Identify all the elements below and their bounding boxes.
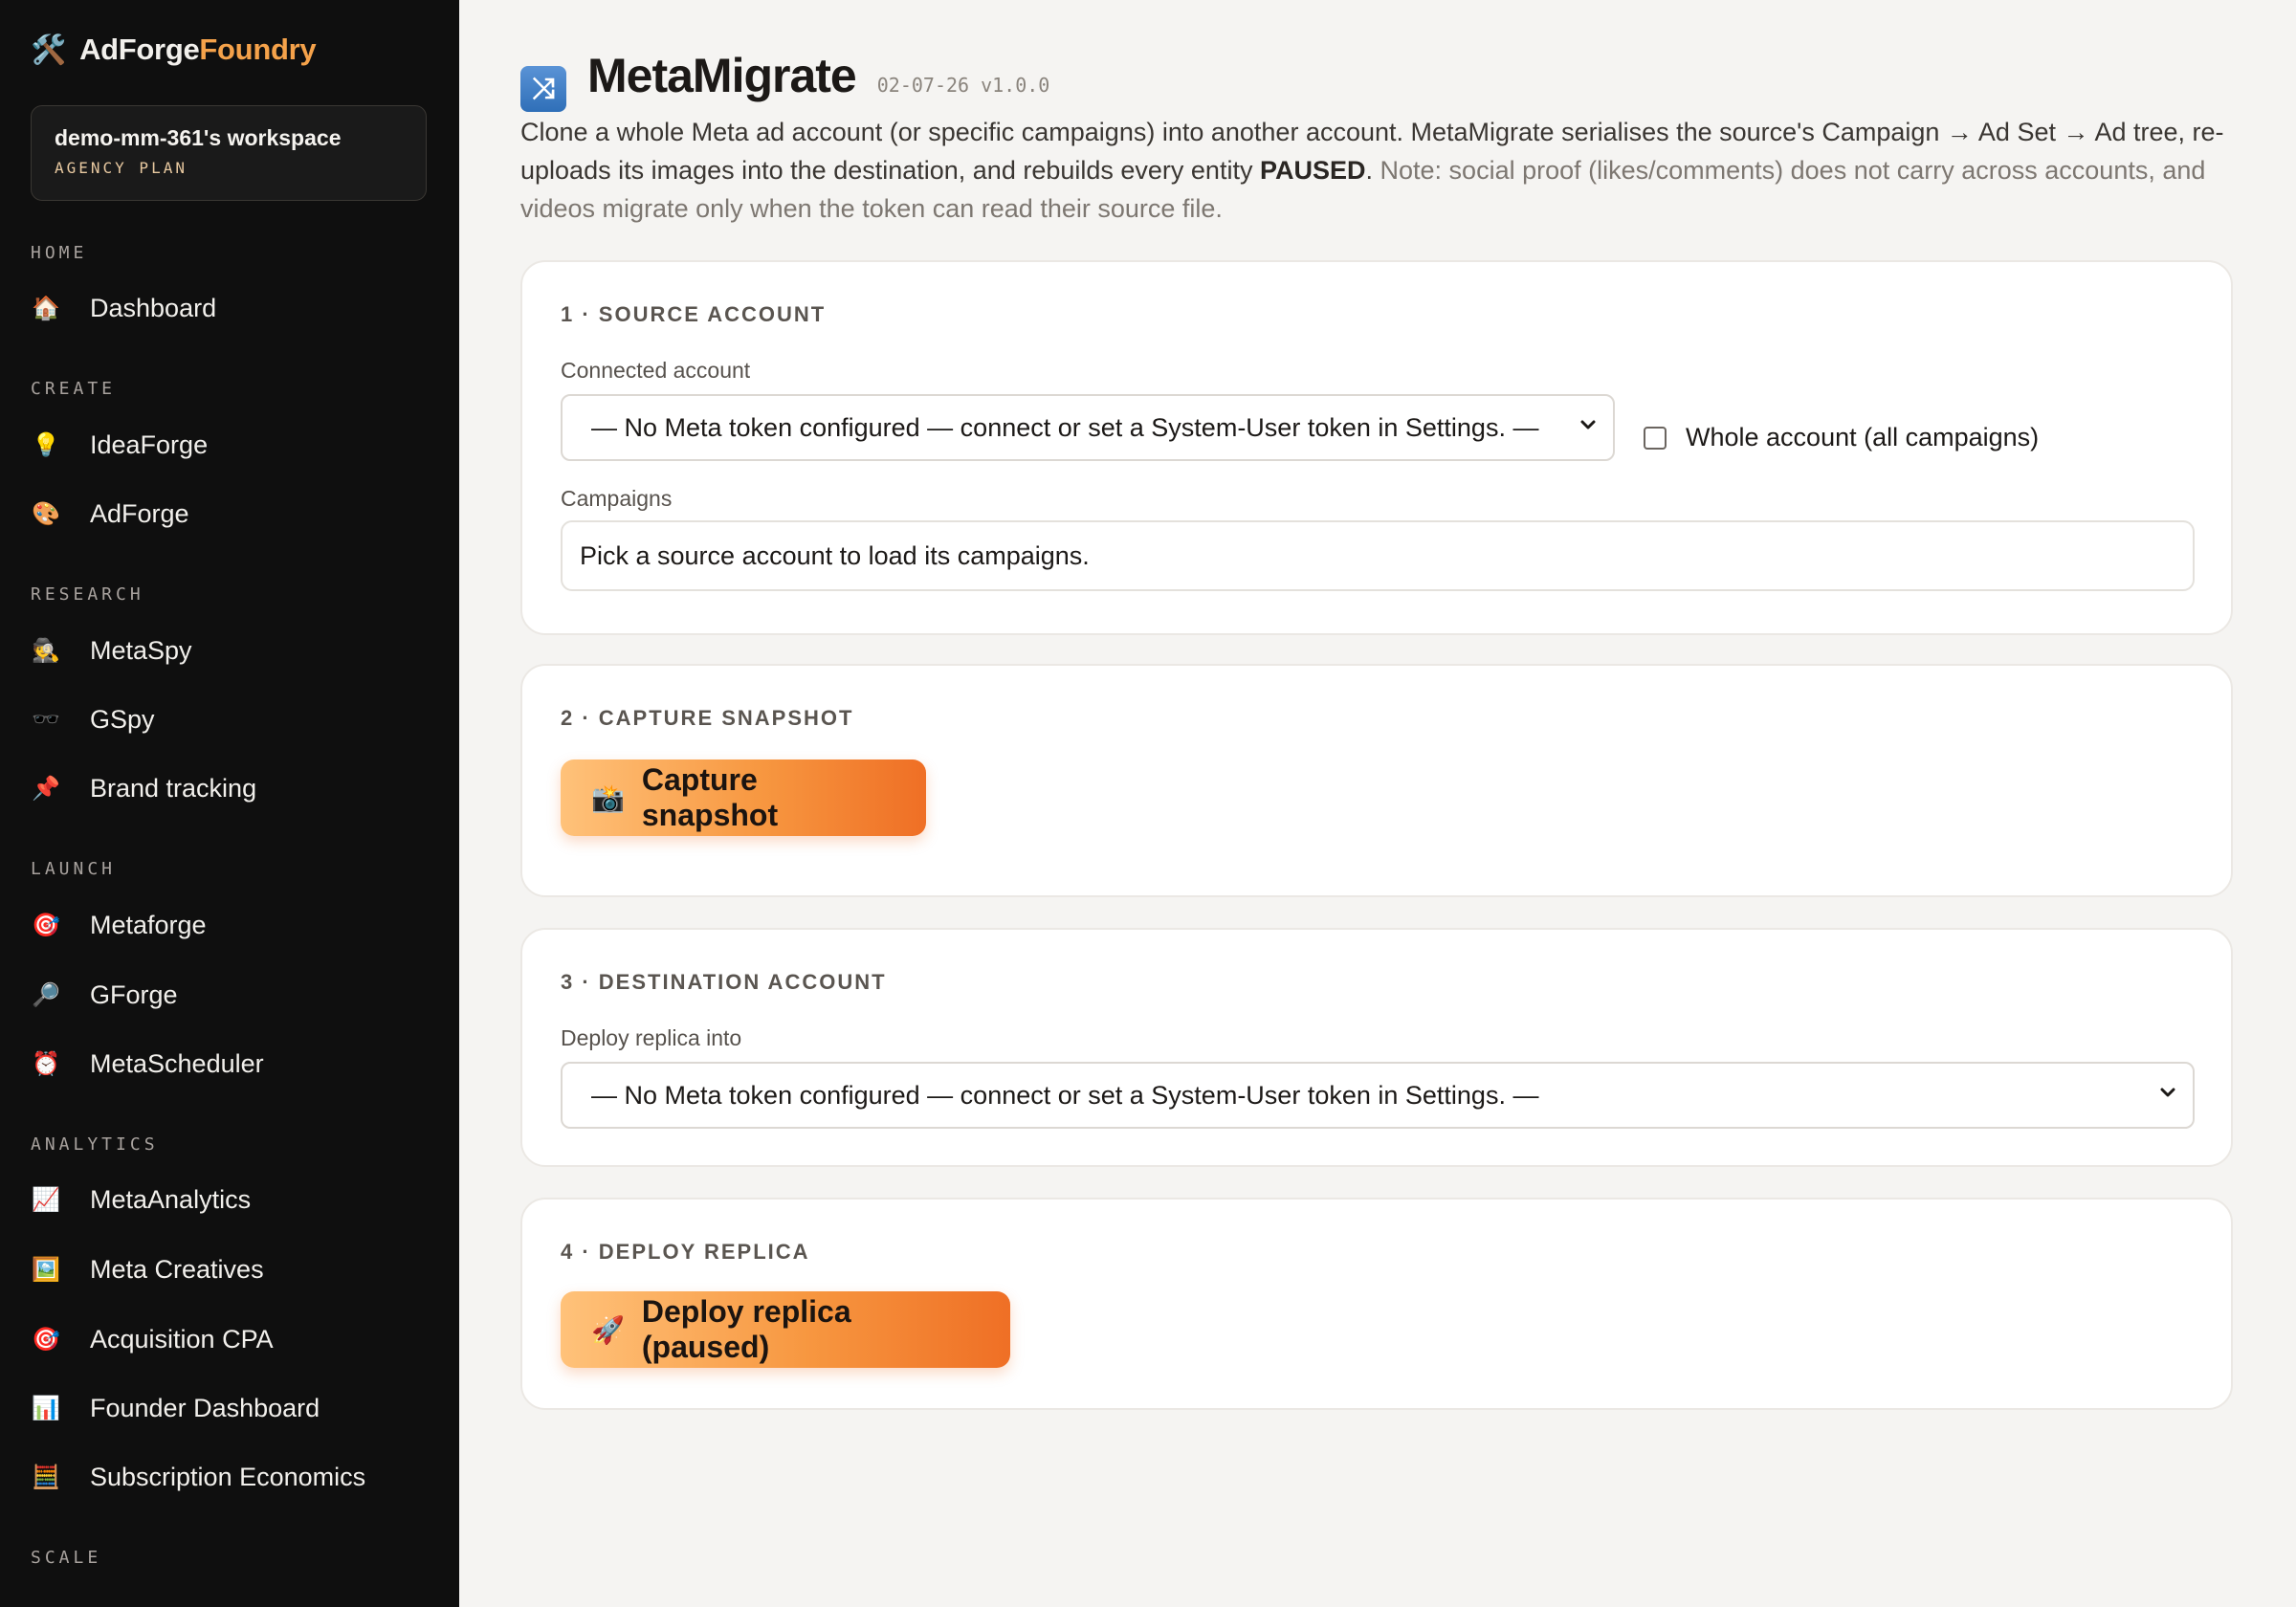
section-label-analytics: ANALYTICS: [31, 1134, 159, 1155]
brand-logo[interactable]: 🛠️ AdForgeFoundry: [31, 33, 317, 67]
whole-account-label: Whole account (all campaigns): [1686, 423, 2040, 451]
sidebar-item-adforge[interactable]: 🎨 AdForge: [31, 487, 432, 540]
chevron-down-icon: [1580, 420, 1596, 429]
alarm-clock-icon: ⏰: [32, 1050, 60, 1077]
version-label: 02-07-26 v1.0.0: [876, 74, 1050, 97]
sidebar-item-label: IdeaForge: [90, 429, 209, 459]
card-title: 4 · DEPLOY REPLICA: [561, 1240, 810, 1264]
sidebar-item-gspy[interactable]: 🕶️ GSpy: [31, 693, 432, 746]
intro-punct: .: [1365, 156, 1380, 185]
section-label-research: RESEARCH: [31, 584, 144, 605]
deploy-into-label: Deploy replica into: [561, 1025, 742, 1050]
brand-name-primary: AdForge: [79, 33, 200, 66]
sidebar-item-acquisition-cpa[interactable]: 🎯 Acquisition CPA: [31, 1312, 432, 1366]
deploy-replica-card: 4 · DEPLOY REPLICA 🚀 Deploy replica (pau…: [520, 1198, 2233, 1410]
button-label: Deploy replica (paused): [641, 1294, 851, 1364]
sidebar-item-metaspy[interactable]: 🕵️ MetaSpy: [31, 624, 432, 677]
target-icon: 🎯: [32, 912, 60, 938]
bar-chart-icon: 📊: [32, 1395, 60, 1421]
sidebar-item-metascheduler[interactable]: ⏰ MetaScheduler: [31, 1037, 432, 1090]
sidebar-item-ideaforge[interactable]: 💡 IdeaForge: [31, 418, 432, 472]
connected-account-label: Connected account: [561, 358, 751, 383]
sidebar-item-label: MetaSpy: [90, 635, 192, 665]
sidebar-item-label: GForge: [90, 980, 178, 1009]
whole-account-checkbox[interactable]: [1644, 426, 1667, 450]
sidebar-item-founder-dashboard[interactable]: 📊 Founder Dashboard: [31, 1381, 432, 1435]
sidebar-item-metaanalytics[interactable]: 📈 MetaAnalytics: [31, 1173, 432, 1226]
sidebar-item-label: Subscription Economics: [90, 1462, 366, 1491]
sidebar-item-label: Meta Creatives: [90, 1254, 264, 1284]
abacus-icon: 🧮: [32, 1464, 60, 1490]
house-icon: 🏠: [32, 295, 60, 321]
chevron-down-icon: [2160, 1088, 2175, 1097]
sidebar-item-metaforge[interactable]: 🎯 Metaforge: [31, 898, 432, 952]
card-title: 2 · CAPTURE SNAPSHOT: [561, 706, 854, 730]
page-header: ⤨ MetaMigrate 02-07-26 v1.0.0: [520, 48, 1050, 112]
capture-snapshot-button[interactable]: 📸 Capture snapshot: [561, 759, 926, 836]
button-label: Capture snapshot: [641, 762, 779, 832]
palette-icon: 🎨: [32, 500, 60, 527]
magnifier-icon: 🔎: [32, 981, 60, 1008]
sidebar-item-label: Dashboard: [90, 293, 217, 322]
pushpin-icon: 📌: [32, 775, 60, 802]
sidebar-item-meta-creatives[interactable]: 🖼️ Meta Creatives: [31, 1243, 432, 1296]
destination-account-card: 3 · DESTINATION ACCOUNT Deploy replica i…: [520, 928, 2233, 1167]
card-title: 1 · SOURCE ACCOUNT: [561, 302, 827, 326]
capture-snapshot-card: 2 · CAPTURE SNAPSHOT 📸 Capture snapshot: [520, 664, 2233, 897]
sidebar-item-label: MetaScheduler: [90, 1048, 264, 1078]
sidebar-item-label: GSpy: [90, 704, 155, 734]
card-title: 3 · DESTINATION ACCOUNT: [561, 970, 887, 994]
main-content: ⤨ MetaMigrate 02-07-26 v1.0.0 Clone a wh…: [459, 0, 2296, 1607]
sidebar-item-label: Founder Dashboard: [90, 1393, 320, 1422]
framed-picture-icon: 🖼️: [32, 1256, 60, 1283]
workspace-name: demo-mm-361's workspace: [55, 125, 342, 150]
sidebar-item-gforge[interactable]: 🔎 GForge: [31, 968, 432, 1022]
target-icon: 🎯: [32, 1326, 60, 1353]
sidebar-item-label: MetaAnalytics: [90, 1184, 252, 1214]
detective-icon: 🕵️: [32, 637, 60, 664]
destination-account-select[interactable]: — No Meta token configured — connect or …: [561, 1062, 2195, 1129]
sidebar-item-label: AdForge: [90, 498, 189, 528]
hammer-wrench-icon: 🛠️: [31, 33, 67, 66]
sunglasses-icon: 🕶️: [32, 706, 60, 733]
sidebar-item-label: Acquisition CPA: [90, 1324, 274, 1354]
section-label-scale: SCALE: [31, 1548, 102, 1568]
chart-up-icon: 📈: [32, 1186, 60, 1213]
intro-paused: PAUSED: [1259, 156, 1366, 185]
sidebar-item-label: Metaforge: [90, 910, 207, 939]
campaigns-list[interactable]: Pick a source account to load its campai…: [561, 520, 2195, 591]
campaigns-placeholder: Pick a source account to load its campai…: [580, 540, 1090, 570]
deploy-replica-button[interactable]: 🚀 Deploy replica (paused): [561, 1291, 1010, 1368]
camera-flash-icon: 📸: [591, 782, 625, 813]
campaigns-label: Campaigns: [561, 486, 673, 511]
source-account-card: 1 · SOURCE ACCOUNT Connected account — N…: [520, 260, 2233, 635]
brand-name-accent: Foundry: [199, 33, 317, 66]
connected-account-select[interactable]: — No Meta token configured — connect or …: [561, 394, 1615, 461]
section-label-create: CREATE: [31, 379, 117, 399]
whole-account-checkbox-row[interactable]: Whole account (all campaigns): [1644, 423, 2039, 452]
section-label-launch: LAUNCH: [31, 859, 117, 879]
shuffle-icon: ⤨: [520, 66, 566, 112]
page-description: Clone a whole Meta ad account (or specif…: [520, 113, 2233, 228]
workspace-plan: AGENCY PLAN: [55, 159, 188, 177]
sidebar-item-brand-tracking[interactable]: 📌 Brand tracking: [31, 761, 432, 815]
sidebar: 🛠️ AdForgeFoundry demo-mm-361's workspac…: [0, 0, 459, 1607]
lightbulb-icon: 💡: [32, 431, 60, 458]
select-value: — No Meta token configured — connect or …: [591, 412, 1539, 442]
rocket-icon: 🚀: [591, 1314, 625, 1345]
select-value: — No Meta token configured — connect or …: [591, 1080, 1539, 1110]
workspace-switcher[interactable]: demo-mm-361's workspace AGENCY PLAN: [31, 105, 427, 201]
sidebar-item-subscription-economics[interactable]: 🧮 Subscription Economics: [31, 1450, 432, 1504]
sidebar-item-dashboard[interactable]: 🏠 Dashboard: [31, 281, 432, 335]
section-label-home: HOME: [31, 243, 88, 263]
sidebar-item-label: Brand tracking: [90, 773, 257, 803]
page-title: MetaMigrate: [587, 49, 857, 102]
